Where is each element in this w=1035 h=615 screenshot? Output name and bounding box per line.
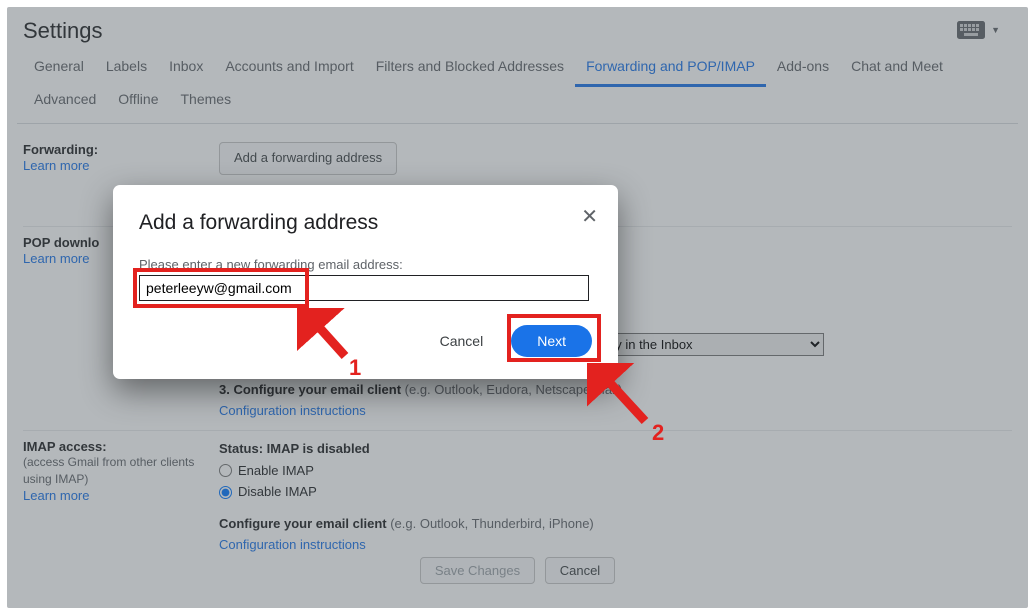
forwarding-email-input[interactable] [139,275,589,301]
dialog-title: Add a forwarding address [139,211,592,235]
dialog-next-button[interactable]: Next [511,325,592,357]
dialog-cancel-button[interactable]: Cancel [434,332,490,350]
add-forwarding-dialog: Add a forwarding address ✕ Please enter … [113,185,618,379]
close-icon[interactable]: ✕ [581,207,598,227]
dialog-prompt: Please enter a new forwarding email addr… [139,257,592,272]
